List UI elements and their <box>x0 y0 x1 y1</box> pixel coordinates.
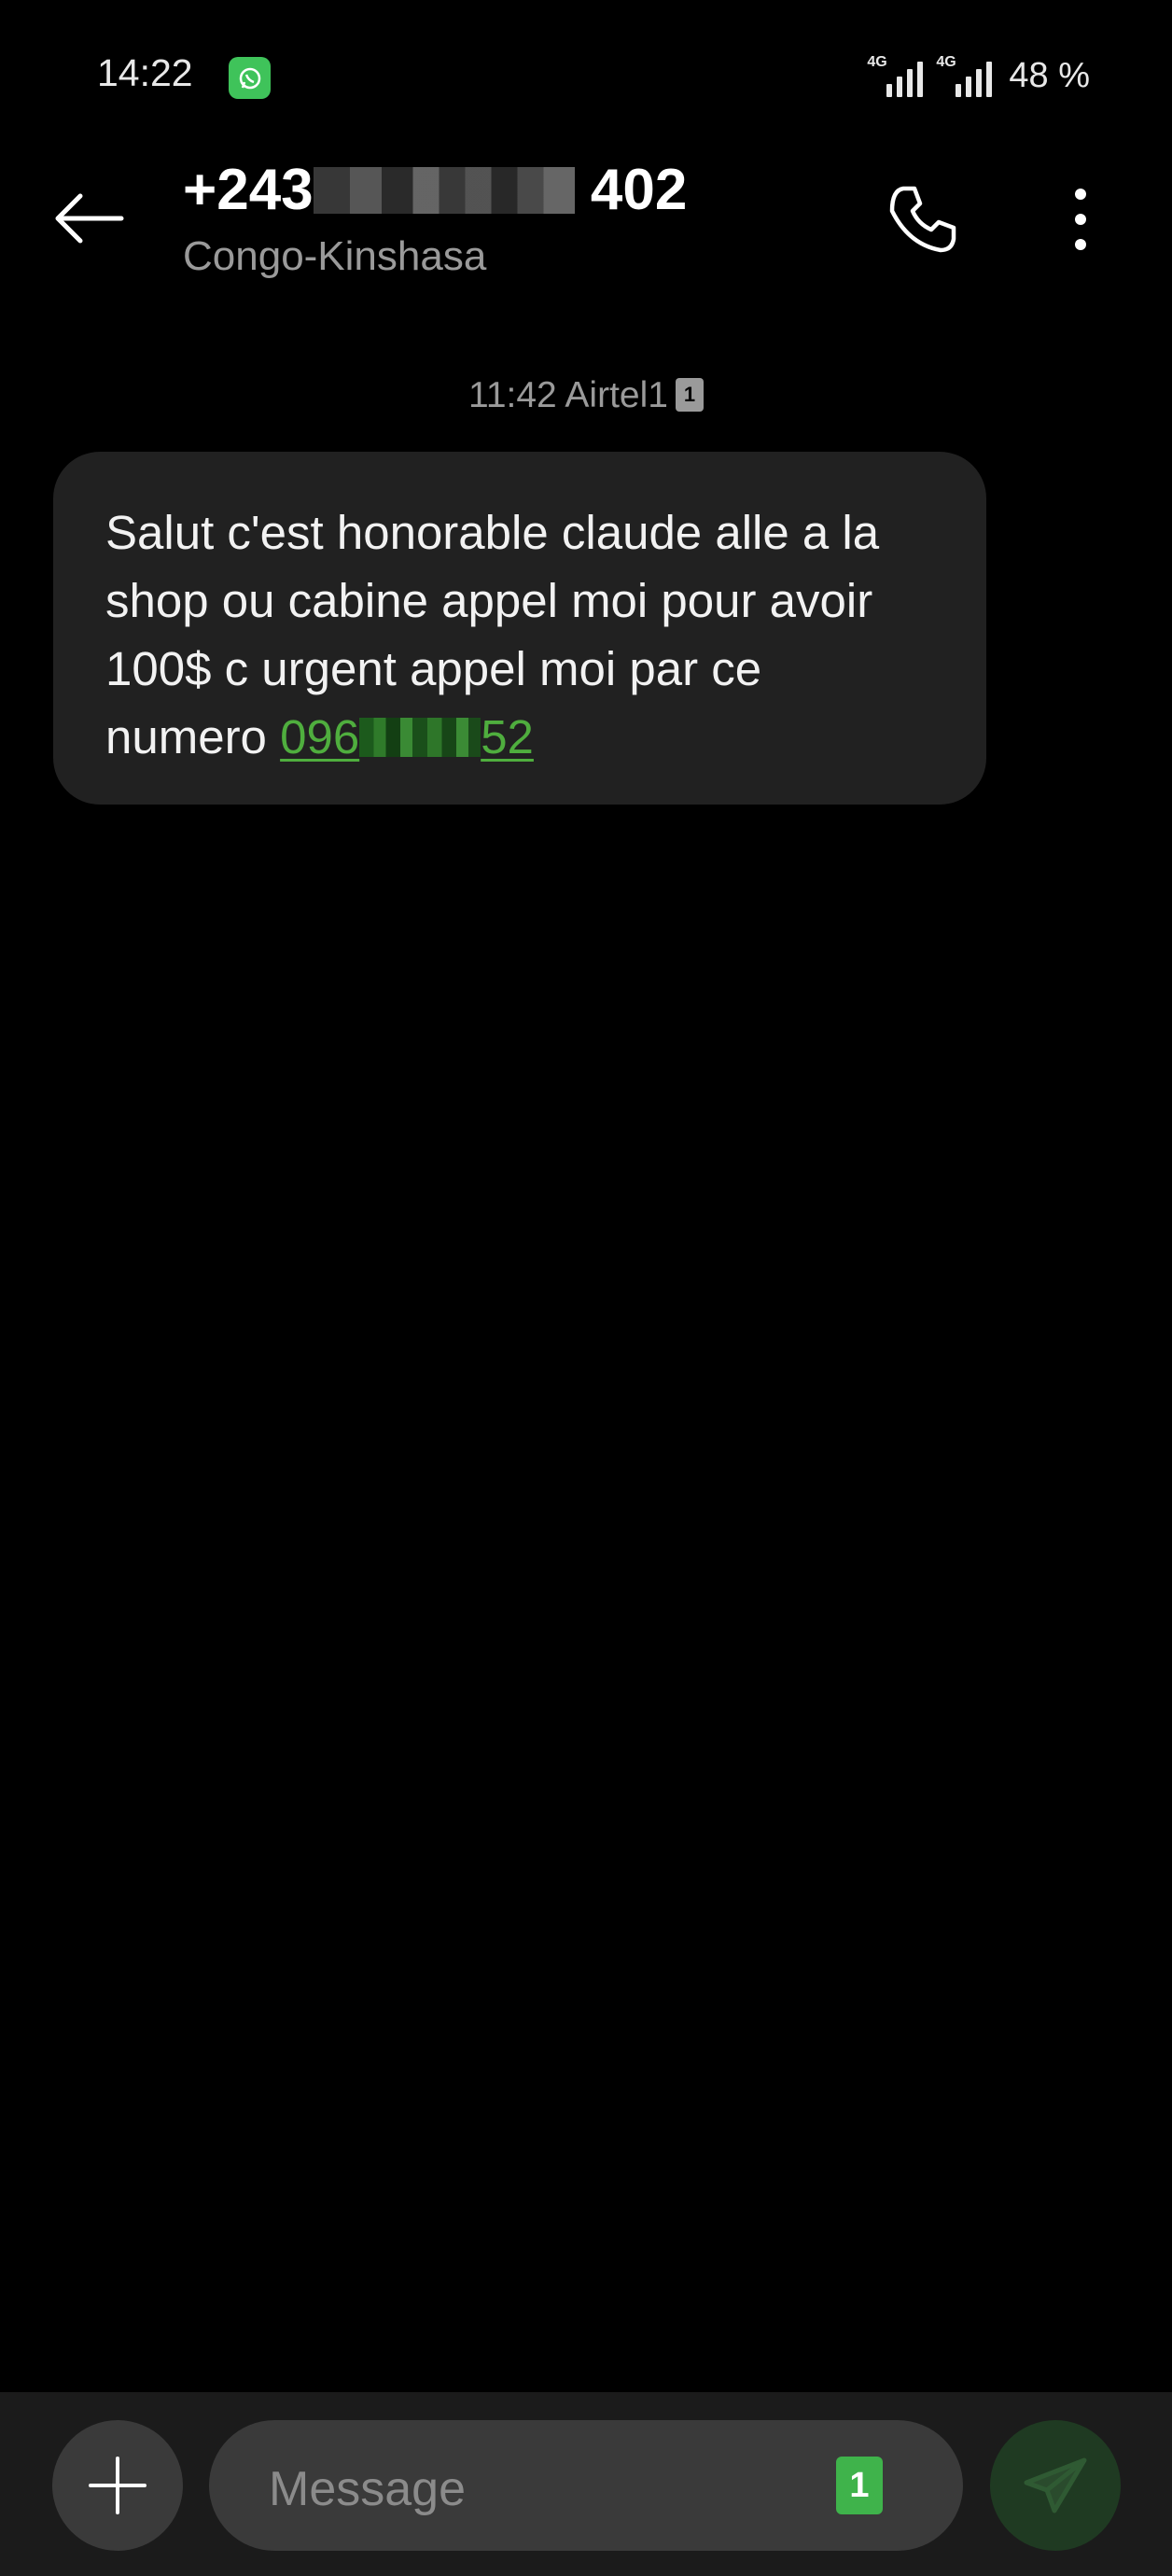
number-prefix: +243 <box>183 158 314 222</box>
sim-select-button[interactable]: 1 <box>836 2457 883 2514</box>
plus-icon <box>89 2457 146 2514</box>
message-placeholder: Message <box>269 2462 466 2516</box>
message-composer: Message 1 <box>0 2392 1172 2576</box>
network-type-label-2: 4G <box>936 54 956 70</box>
send-icon <box>1024 2457 1087 2513</box>
message-bubble[interactable]: Salut c'est honorable claude alle a la s… <box>53 452 986 805</box>
status-bar: 14:22 4G 4G 48 % <box>0 0 1172 140</box>
phone-number-link[interactable]: 096 52 <box>280 710 534 763</box>
status-time: 14:22 <box>97 51 193 94</box>
call-button[interactable] <box>881 177 965 261</box>
message-input[interactable]: Message 1 <box>209 2420 963 2551</box>
link-prefix: 096 <box>280 710 360 763</box>
phone-icon <box>889 186 956 253</box>
sim-name: Airtel1 <box>565 375 668 415</box>
whatsapp-icon <box>229 57 271 99</box>
battery-level: 48 % <box>1009 55 1090 95</box>
signal-icon-2: 4G <box>936 54 993 97</box>
number-suffix: 402 <box>574 158 688 222</box>
more-options-button[interactable] <box>1043 177 1118 261</box>
status-indicators: 4G 4G 48 % <box>867 54 1090 97</box>
redacted-digits <box>313 166 575 214</box>
message-meta: 11:42 Airtel1 1 <box>0 375 1172 416</box>
send-button[interactable] <box>990 2420 1121 2551</box>
more-vertical-icon <box>1075 189 1086 250</box>
attach-button[interactable] <box>52 2420 183 2551</box>
redacted-link-digits <box>359 718 481 757</box>
signal-icon: 4G <box>867 54 924 97</box>
sim-badge-icon: 1 <box>675 377 704 412</box>
message-time: 11:42 <box>468 375 557 415</box>
conversation-header: +243 402 Congo-Kinshasa <box>0 140 1172 299</box>
back-button[interactable] <box>47 181 131 256</box>
network-type-label: 4G <box>867 54 887 70</box>
contact-country: Congo-Kinshasa <box>183 233 487 279</box>
arrow-left-icon <box>55 193 124 244</box>
link-suffix: 52 <box>481 710 534 763</box>
contact-number[interactable]: +243 402 <box>183 157 687 223</box>
